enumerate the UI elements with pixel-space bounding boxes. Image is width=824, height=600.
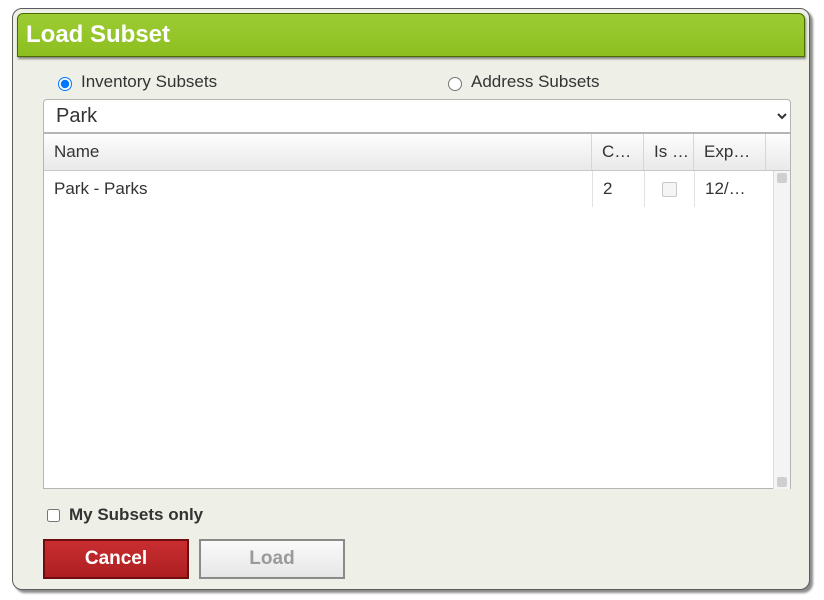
cancel-button[interactable]: Cancel [43,539,189,579]
col-header-is[interactable]: Is … [644,134,694,170]
radio-inventory-input[interactable] [58,77,72,91]
col-header-exp[interactable]: Exp… [694,134,766,170]
scrollbar-down-icon [777,477,787,487]
cell-name: Park - Parks [44,171,592,207]
grid-scrollbar[interactable] [773,171,790,489]
subset-grid: Name C… Is … Exp… Park - Parks 2 12/… [43,133,791,489]
my-subsets-checkbox[interactable] [47,509,60,522]
scrollbar-up-icon [777,173,787,183]
my-subsets-label: My Subsets only [69,505,203,525]
col-header-scroll-spacer [766,134,790,170]
radio-inventory-label: Inventory Subsets [81,72,217,92]
is-checkbox-icon [662,182,677,197]
subset-select-wrap: Park [43,99,791,133]
load-subset-dialog: Load Subset Inventory Subsets Address Su… [12,8,810,590]
cell-is [644,171,694,207]
my-subsets-only[interactable]: My Subsets only [43,505,203,525]
dialog-title: Load Subset [17,13,805,57]
grid-rows: Park - Parks 2 12/… [44,171,773,489]
radio-address-input[interactable] [448,77,462,91]
table-row[interactable]: Park - Parks 2 12/… [44,171,773,208]
col-header-c[interactable]: C… [592,134,644,170]
cell-exp: 12/… [694,171,766,207]
dialog-title-text: Load Subset [26,21,170,49]
radio-inventory-subsets[interactable]: Inventory Subsets [53,72,217,92]
radio-address-label: Address Subsets [471,72,600,92]
radio-address-subsets[interactable]: Address Subsets [443,72,600,92]
cell-c: 2 [592,171,644,207]
dialog-button-row: Cancel Load [43,539,345,579]
load-button[interactable]: Load [199,539,345,579]
col-header-name[interactable]: Name [44,134,592,170]
grid-header: Name C… Is … Exp… [44,134,790,171]
grid-body: Park - Parks 2 12/… [44,171,790,489]
subset-type-row: Inventory Subsets Address Subsets [53,69,791,95]
subset-select[interactable]: Park [43,99,791,133]
